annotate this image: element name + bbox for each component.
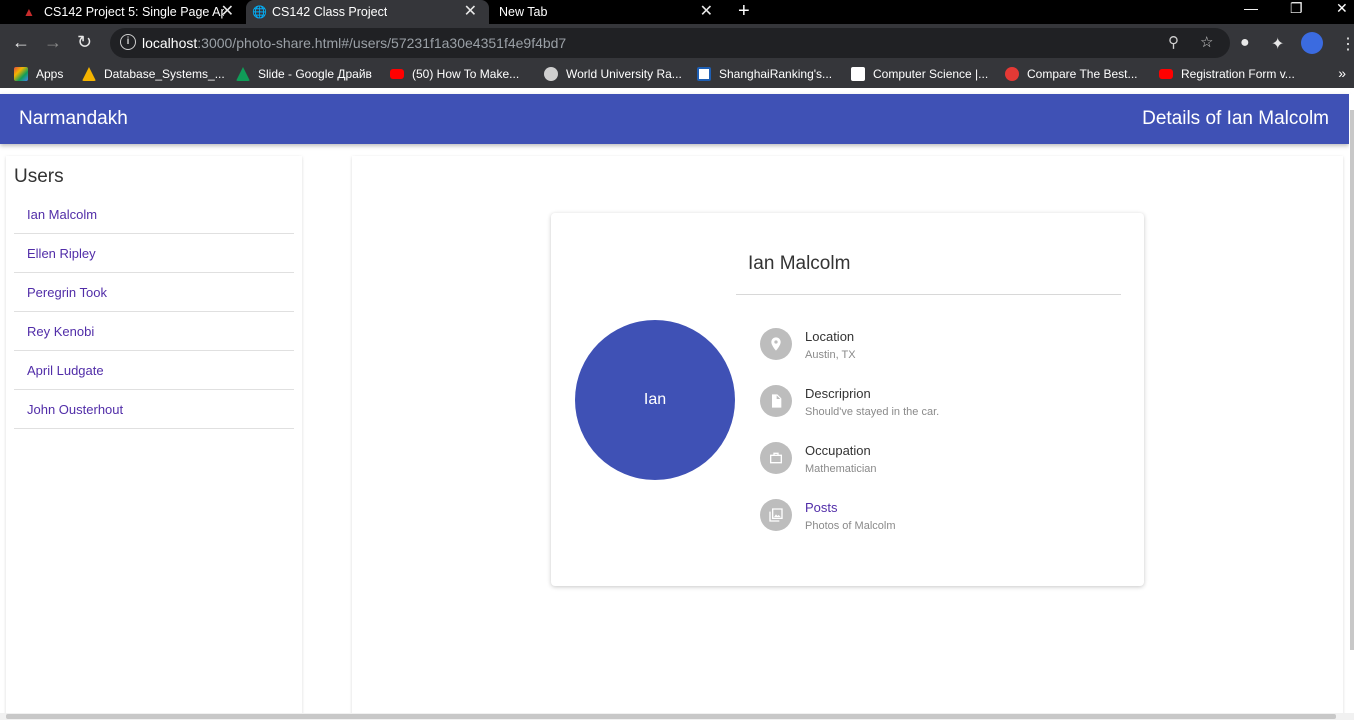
bookmarks-bar: Apps Database_Systems_... Slide - Google… (0, 62, 1354, 88)
detail-value: Austin, TX (805, 349, 856, 361)
sidebar-title: Users (14, 166, 64, 187)
user-list-item[interactable]: John Ousterhout (14, 390, 294, 429)
detail-location: Location Austin, TX (760, 328, 1120, 368)
photo-library-icon (760, 499, 792, 531)
bookmark-item[interactable]: Computer Science |... (851, 67, 988, 81)
document-icon (760, 385, 792, 417)
bookmark-label: World University Ra... (566, 67, 682, 81)
bookmark-label: Slide - Google Драйв (258, 67, 372, 81)
detail-label: Occupation (805, 443, 871, 458)
profile-avatar[interactable] (1301, 32, 1323, 54)
bookmark-apps[interactable]: Apps (14, 67, 63, 81)
bookmark-item[interactable]: ShanghaiRanking's... (697, 67, 832, 81)
bookmark-label: (50) How To Make... (412, 67, 520, 81)
users-sidebar: Users Ian Malcolm Ellen Ripley Peregrin … (6, 156, 302, 720)
more-bookmarks-chevron-icon[interactable]: » (1338, 65, 1346, 81)
browser-toolbar: ← → ↻ i localhost:3000/photo-share.html#… (0, 24, 1354, 62)
page-context-title: Details of Ian Malcolm (1142, 108, 1329, 129)
bookmark-item[interactable]: Slide - Google Драйв (236, 67, 372, 81)
google-drive-icon (236, 67, 250, 81)
horizontal-scrollbar-thumb[interactable] (6, 714, 1336, 719)
youtube-icon (1159, 69, 1173, 79)
browser-tab-active[interactable]: 🌐 CS142 Class Project ✕ (246, 0, 489, 24)
tab-title: New Tab (499, 5, 548, 19)
bookmark-label: Database_Systems_... (104, 67, 225, 81)
globe-icon (544, 67, 558, 81)
user-full-name: Ian Malcolm (748, 253, 851, 274)
url-host: localhost (142, 35, 198, 51)
bookmark-star-icon[interactable]: ☆ (1200, 33, 1213, 51)
vertical-scrollbar-thumb[interactable] (1350, 110, 1354, 650)
detail-value: Should've stayed in the car. (805, 406, 940, 418)
bookmark-item[interactable]: Registration Form v... (1159, 67, 1295, 81)
new-tab-plus-icon[interactable]: + (738, 0, 750, 22)
url-path: :3000/photo-share.html#/users/57231f1a30… (197, 35, 567, 51)
detail-label: Location (805, 329, 855, 344)
globe-icon: 🌐 (252, 5, 267, 19)
user-avatar: Ian (575, 320, 735, 480)
user-list-item[interactable]: Ellen Ripley (14, 234, 294, 273)
bookmark-label: Compare The Best... (1027, 67, 1138, 81)
user-list-item[interactable]: April Ludgate (14, 351, 294, 390)
window-close-icon[interactable]: ✕ (1336, 0, 1348, 16)
apps-grid-icon (14, 67, 28, 81)
restore-icon[interactable]: ❐ (1290, 0, 1303, 16)
app-bar: Narmandakh Details of Ian Malcolm (0, 94, 1349, 144)
detail-posts[interactable]: Posts Photos of Malcolm (760, 499, 1120, 539)
detail-value: Photos of Malcolm (805, 520, 896, 532)
bookmark-label: Registration Form v... (1181, 67, 1295, 81)
app-owner-name: Narmandakh (19, 108, 128, 129)
youtube-icon (390, 69, 404, 79)
user-list: Ian Malcolm Ellen Ripley Peregrin Took R… (14, 195, 294, 429)
tab-title: CS142 Project 5: Single Page App (44, 5, 224, 19)
bookmark-label: ShanghaiRanking's... (719, 67, 833, 81)
back-arrow-icon[interactable]: ← (12, 31, 30, 53)
extension-spider-icon[interactable]: ● (1240, 34, 1250, 52)
stanford-favicon-icon: ▲ (23, 5, 35, 19)
detail-occupation: Occupation Mathematician (760, 442, 1120, 482)
posts-link[interactable]: Posts (805, 500, 838, 515)
shanghai-icon (697, 67, 711, 81)
close-icon[interactable]: ✕ (464, 3, 477, 21)
bookmark-item[interactable]: World University Ra... (544, 67, 682, 81)
divider (736, 294, 1121, 295)
detail-label: Descriprion (805, 386, 871, 401)
user-list-item[interactable]: Rey Kenobi (14, 312, 294, 351)
close-icon[interactable]: ✕ (700, 3, 713, 21)
zoom-icon[interactable]: ⚲ (1168, 33, 1179, 51)
user-detail-card: Ian Ian Malcolm Location Austin, TX Desc… (551, 213, 1144, 586)
location-pin-icon (760, 328, 792, 360)
site-info-icon[interactable]: i (120, 34, 136, 50)
bookmark-item[interactable]: Compare The Best... (1005, 67, 1138, 81)
university-icon (851, 67, 865, 81)
user-list-item[interactable]: Ian Malcolm (14, 195, 294, 234)
user-list-item[interactable]: Peregrin Took (14, 273, 294, 312)
url-text[interactable]: localhost:3000/photo-share.html#/users/5… (142, 35, 566, 51)
google-drive-icon (82, 67, 96, 81)
address-bar[interactable]: i localhost:3000/photo-share.html#/users… (110, 28, 1230, 58)
detail-value: Mathematician (805, 463, 877, 475)
bookmark-label: Apps (36, 67, 64, 81)
browser-tab-strip: ▲ CS142 Project 5: Single Page App ✕ 🌐 C… (0, 0, 1354, 24)
tab-title: CS142 Class Project (272, 5, 388, 19)
menu-dots-icon[interactable]: ⋮ (1340, 34, 1354, 54)
minimize-icon[interactable]: — (1244, 0, 1258, 16)
compare-icon (1005, 67, 1019, 81)
bookmark-item[interactable]: Database_Systems_... (82, 67, 225, 81)
browser-tab[interactable]: ▲ CS142 Project 5: Single Page App ✕ (0, 0, 246, 24)
extensions-puzzle-icon[interactable]: ✦ (1271, 34, 1284, 54)
browser-tab[interactable]: New Tab ✕ (489, 0, 725, 24)
bookmark-label: Computer Science |... (873, 67, 989, 81)
reload-icon[interactable]: ↻ (77, 31, 92, 53)
forward-arrow-icon[interactable]: → (44, 31, 62, 53)
briefcase-icon (760, 442, 792, 474)
bookmark-item[interactable]: (50) How To Make... (390, 67, 519, 81)
detail-description: Descriprion Should've stayed in the car. (760, 385, 1120, 425)
close-icon[interactable]: ✕ (221, 3, 234, 21)
